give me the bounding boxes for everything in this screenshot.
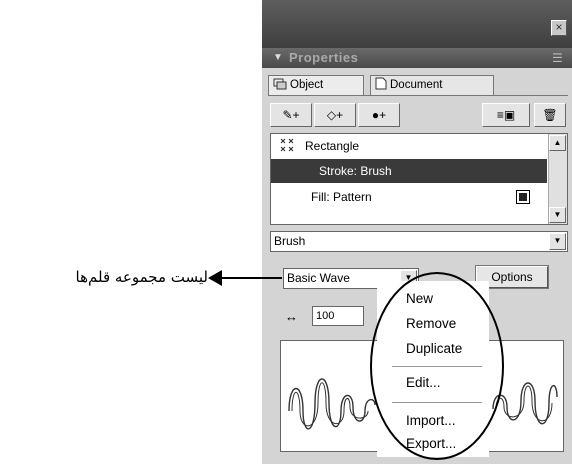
panel-options-menu-icon[interactable]: ☰ [552,51,563,65]
stroke-category-select[interactable]: Brush [270,231,568,252]
tab-object[interactable]: Object [268,75,364,95]
stroke-label: Stroke: Brush [319,164,392,178]
add-fill-button[interactable]: ◇+ [314,103,356,127]
fill-color-swatch[interactable] [516,190,530,204]
close-icon[interactable]: × [551,20,567,36]
stroke-category-value: Brush [274,234,306,248]
scroll-up-icon[interactable]: ▲ [549,135,566,151]
effect-plus-icon: ●+ [371,108,387,122]
tab-object-label: Object [290,79,324,91]
list-item-stroke[interactable]: Stroke: Brush [271,159,547,183]
panel-titlebar [262,0,572,48]
fill-label: Fill: Pattern [311,190,372,204]
width-arrows-icon: ↔ [285,309,298,324]
stroke-size-input[interactable]: 100 [312,306,364,326]
object-icon [273,78,287,90]
bucket-plus-icon: ◇+ [326,108,344,122]
pencil-plus-icon: ✎+ [282,108,300,122]
list-icon: ≡▣ [496,108,516,122]
callout-line [220,277,282,279]
attribute-menu-button[interactable]: ≡▣ [482,103,530,127]
list-item-object[interactable]: Rectangle [271,134,547,158]
object-grid-icon [280,138,294,152]
trash-icon: 🗑 [542,108,558,122]
highlight-ellipse [370,272,504,460]
chevron-down-icon[interactable]: ▼ [549,233,566,250]
tab-document-label: Document [390,79,443,91]
brush-library-value: Basic Wave [287,271,350,285]
callout-label: لیست مجموعه قلم‌ها [75,268,208,286]
object-name: Rectangle [305,139,360,153]
add-stroke-button[interactable]: ✎+ [270,103,312,127]
list-item-fill[interactable]: Fill: Pattern [271,185,547,209]
tab-document[interactable]: Document [370,75,494,95]
collapse-arrow-icon[interactable]: ▼ [273,52,283,63]
document-icon [375,77,387,90]
panel-title: Properties [289,50,359,65]
add-effect-button[interactable]: ●+ [358,103,400,127]
delete-button[interactable]: 🗑 [534,103,566,127]
tab-divider [268,95,568,96]
scroll-down-icon[interactable]: ▼ [549,207,566,223]
